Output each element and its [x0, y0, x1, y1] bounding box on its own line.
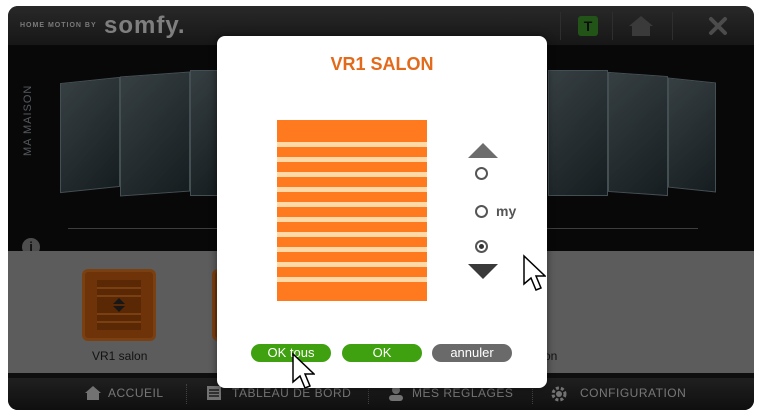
arrow-down-icon[interactable]: [468, 264, 498, 279]
arrow-up-icon[interactable]: [468, 143, 498, 158]
shutter-preview: [277, 120, 427, 301]
my-position-label: my: [496, 203, 517, 219]
shutter-slat: [277, 277, 427, 282]
shutter-slat: [277, 262, 427, 267]
shutter-slat: [277, 157, 427, 162]
shutter-slat: [277, 172, 427, 177]
shutter-control-dialog: VR1 SALON my OK tous OK annuler: [217, 36, 547, 388]
shutter-slat: [277, 187, 427, 192]
ok-button[interactable]: OK: [342, 344, 422, 362]
radio-position-down[interactable]: [475, 240, 488, 253]
dialog-title: VR1 SALON: [330, 54, 434, 74]
shutter-slat: [277, 217, 427, 222]
mouse-cursor-icon: [291, 352, 316, 389]
shutter-slat: [277, 232, 427, 237]
radio-position-up[interactable]: [475, 167, 488, 180]
cancel-button[interactable]: annuler: [432, 344, 512, 362]
shutter-slat: [277, 202, 427, 207]
mouse-cursor-icon: [522, 254, 547, 291]
shutter-slat: [277, 247, 427, 252]
shutter-slat: [277, 142, 427, 147]
radio-position-my[interactable]: [475, 205, 488, 218]
